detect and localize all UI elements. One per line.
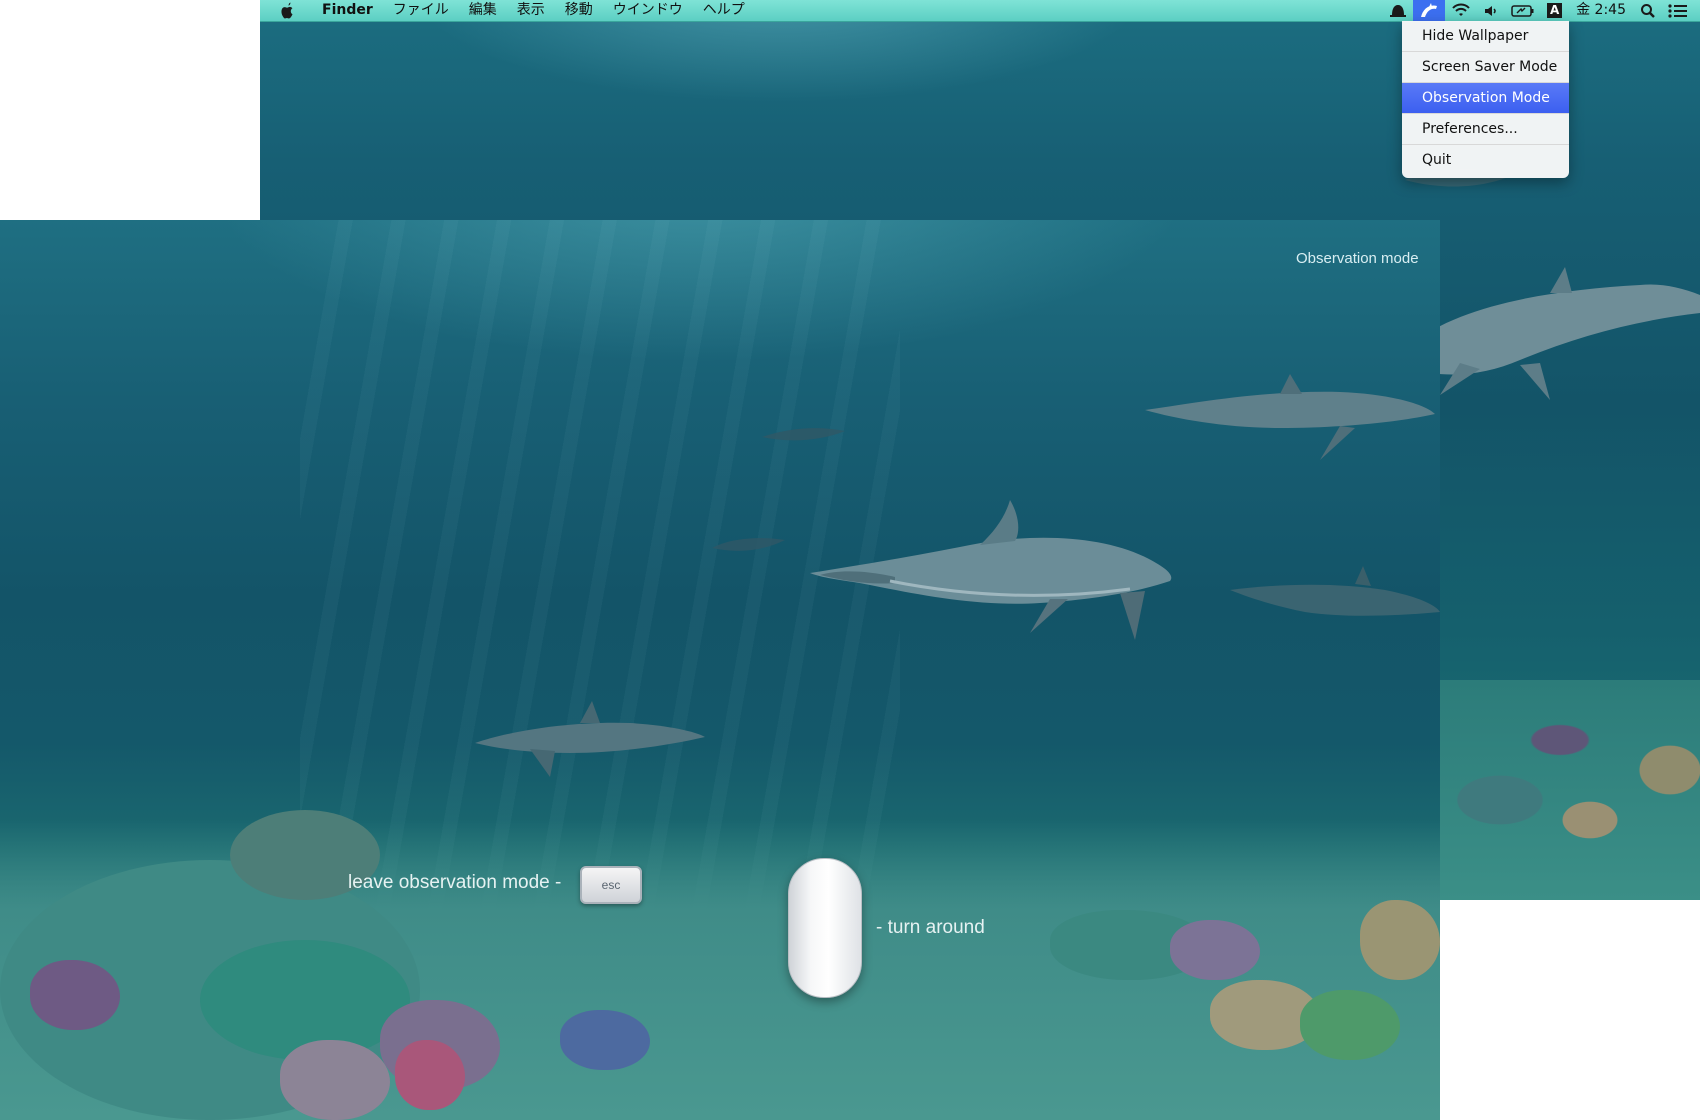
menu-window[interactable]: ウインドウ xyxy=(603,0,693,21)
coral xyxy=(30,960,120,1030)
observation-scene[interactable]: Observation mode leave observation mode … xyxy=(0,220,1440,1120)
menu-go[interactable]: 移動 xyxy=(555,0,603,21)
list-icon[interactable] xyxy=(1662,0,1700,21)
notification-icon[interactable] xyxy=(1383,0,1413,21)
desktop-reef xyxy=(1440,680,1700,900)
apple-icon[interactable] xyxy=(278,2,296,20)
menu-help[interactable]: ヘルプ xyxy=(693,0,755,21)
dolphin-far-right xyxy=(1230,566,1440,616)
menu-item-preferences[interactable]: Preferences... xyxy=(1402,113,1569,144)
coral xyxy=(1300,990,1400,1060)
dolphin-right xyxy=(1145,374,1435,460)
battery-icon[interactable] xyxy=(1505,0,1541,21)
menu-item-observation-mode[interactable]: Observation Mode xyxy=(1402,82,1569,113)
mouse-graphic xyxy=(788,858,862,998)
coral xyxy=(560,1010,650,1070)
dolphin-distant-2 xyxy=(712,538,785,551)
coral xyxy=(1170,920,1260,980)
turn-around-hint: - turn around xyxy=(876,917,985,938)
desktop-dolphin xyxy=(1410,267,1700,400)
coral xyxy=(395,1040,465,1110)
menu-file[interactable]: ファイル xyxy=(383,0,459,21)
menu-view[interactable]: 表示 xyxy=(507,0,555,21)
menu-item-screen-saver-mode[interactable]: Screen Saver Mode xyxy=(1402,51,1569,82)
leave-observation-hint: leave observation mode - xyxy=(348,872,562,893)
volume-icon[interactable] xyxy=(1477,0,1505,21)
menu-item-hide-wallpaper[interactable]: Hide Wallpaper xyxy=(1402,21,1569,51)
dolphin-distant xyxy=(762,428,845,441)
menu-app-finder[interactable]: Finder xyxy=(312,0,383,21)
rock xyxy=(200,940,410,1060)
menu-item-quit[interactable]: Quit xyxy=(1402,144,1569,175)
esc-key-graphic: esc xyxy=(580,866,642,904)
spotlight-icon[interactable] xyxy=(1634,0,1662,21)
observation-mode-label: Observation mode xyxy=(1296,250,1419,267)
wifi-icon[interactable] xyxy=(1445,0,1477,21)
dolphin-left xyxy=(475,701,705,777)
coral xyxy=(280,1040,390,1120)
dolphin-main xyxy=(810,500,1172,640)
menubar-clock[interactable]: 金 2:45 xyxy=(1568,0,1634,21)
menu-bar: Finder ファイル 編集 表示 移動 ウインドウ ヘルプ A 金 2:45 xyxy=(260,0,1700,22)
coral xyxy=(1360,900,1440,980)
dolphin-menu-dropdown: Hide Wallpaper Screen Saver Mode Observa… xyxy=(1402,21,1569,178)
menu-edit[interactable]: 編集 xyxy=(459,0,507,21)
dolphin-app-icon[interactable] xyxy=(1413,0,1446,21)
input-method-letter: A xyxy=(1547,3,1563,18)
input-method-icon[interactable]: A xyxy=(1541,0,1568,21)
